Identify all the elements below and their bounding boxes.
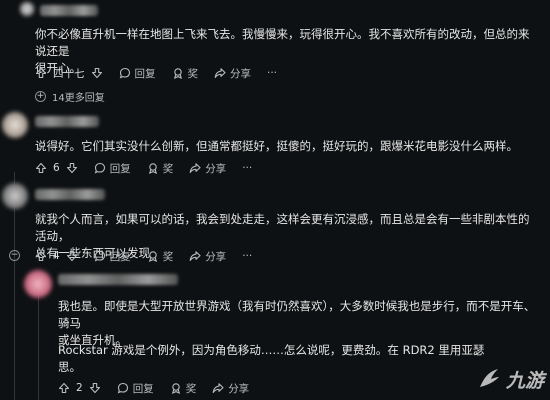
reply-button[interactable]: 回复	[94, 249, 131, 264]
award-button[interactable]: 奖	[170, 381, 196, 396]
downvote-icon[interactable]	[66, 162, 78, 174]
upvote-icon[interactable]	[35, 250, 47, 262]
vote-control: 四十七	[35, 66, 103, 81]
expand-plus-icon: +	[35, 91, 46, 102]
reply-button[interactable]: 回复	[119, 66, 156, 81]
share-button[interactable]: 分享	[212, 381, 249, 396]
vote-count: 四十七	[53, 67, 85, 80]
reply-bubble-icon	[119, 67, 130, 79]
share-icon	[212, 383, 224, 393]
comment-actions: 2 回复 奖 分享	[58, 379, 265, 397]
upvote-icon[interactable]	[35, 162, 47, 174]
award-button[interactable]: 奖	[147, 161, 173, 176]
upvote-icon[interactable]	[58, 382, 70, 394]
vote-control: 6	[35, 162, 78, 174]
share-icon	[214, 68, 226, 78]
downvote-icon[interactable]	[66, 250, 78, 262]
share-icon	[189, 251, 201, 261]
more-options-button[interactable]: ···	[242, 162, 252, 174]
vote-count: 6	[53, 162, 60, 174]
avatar[interactable]	[20, 2, 34, 16]
award-icon	[148, 251, 157, 262]
avatar[interactable]	[2, 112, 28, 138]
username[interactable]	[40, 5, 98, 16]
avatar[interactable]	[2, 183, 28, 209]
comment-actions: 4 回复 奖 分享 ···	[35, 247, 252, 265]
award-button[interactable]: 奖	[147, 249, 173, 264]
more-replies-link[interactable]: + 14更多回复	[35, 89, 105, 104]
reply-bubble-icon	[117, 382, 128, 394]
avatar[interactable]	[24, 270, 52, 298]
vote-control: 4	[35, 250, 78, 262]
comment-actions: 6 回复 奖 分享 ···	[35, 159, 252, 177]
watermark-logo-icon	[479, 369, 499, 387]
comment-actions: 四十七 回复 奖 分享 ···	[35, 64, 277, 82]
reply-button[interactable]: 回复	[117, 381, 154, 396]
username[interactable]	[35, 116, 99, 127]
share-button[interactable]: 分享	[214, 66, 251, 81]
award-icon	[148, 163, 157, 174]
downvote-icon[interactable]	[89, 382, 101, 394]
comment-body: 说得好。它们其实没什么创新，但通常都挺好，挺傻的，挺好玩的，跟爆米花电影没什么两…	[35, 139, 518, 153]
username[interactable]	[35, 189, 105, 200]
more-options-button[interactable]: ···	[242, 250, 252, 262]
reply-bubble-icon	[94, 162, 105, 174]
award-button[interactable]: 奖	[172, 66, 198, 81]
comment-body-paragraph-2: Rockstar 游戏是个例外，因为角色移动……怎么说呢，更费劲。在 RDR2 …	[58, 343, 485, 374]
comment-thread: 你不必像直升机一样在地图上飞来飞去。我慢慢来，玩得很开心。我不喜欢所有的改动，但…	[0, 0, 550, 400]
thread-line[interactable]	[38, 282, 39, 400]
reply-button[interactable]: 回复	[94, 161, 131, 176]
reply-bubble-icon	[94, 250, 105, 262]
site-watermark: 九游	[474, 364, 544, 394]
upvote-icon[interactable]	[35, 67, 47, 79]
more-options-button[interactable]: ···	[267, 67, 277, 79]
vote-control: 2	[58, 382, 101, 394]
watermark-text: 九游	[505, 369, 544, 392]
share-button[interactable]: 分享	[189, 249, 226, 264]
vote-count: 2	[76, 382, 83, 394]
share-button[interactable]: 分享	[189, 161, 226, 176]
vote-count: 4	[53, 250, 60, 262]
collapse-thread-button[interactable]: −	[9, 250, 20, 261]
downvote-icon[interactable]	[91, 67, 103, 79]
share-icon	[189, 163, 201, 173]
award-icon	[173, 68, 182, 79]
award-icon	[171, 383, 180, 394]
username[interactable]	[58, 274, 178, 285]
